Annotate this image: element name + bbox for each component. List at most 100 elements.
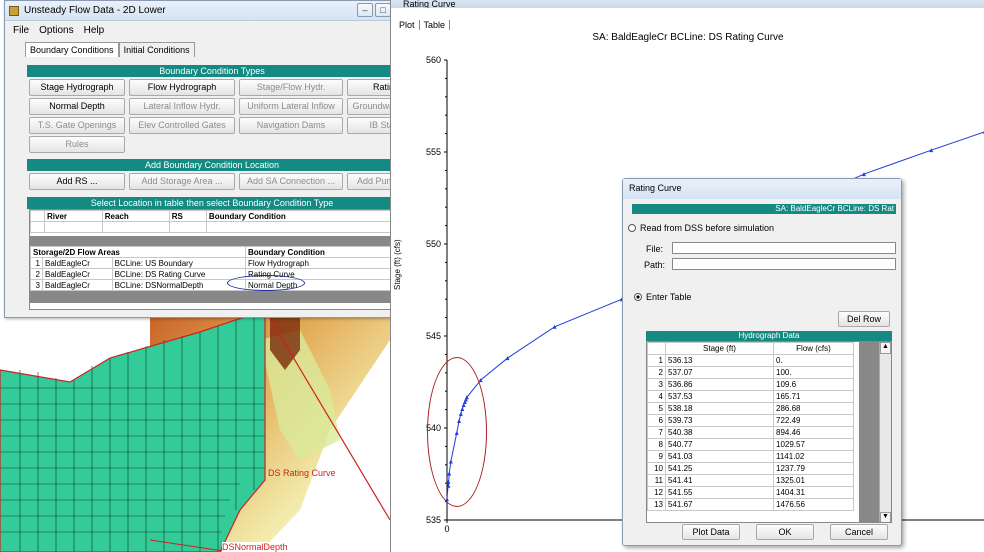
- table-cell[interactable]: 537.07: [665, 366, 774, 379]
- table-row[interactable]: 12 541.55 1404.31: [647, 486, 854, 499]
- elev-controlled-gates-button[interactable]: Elev Controlled Gates: [129, 117, 235, 134]
- menu-options[interactable]: Options: [39, 25, 73, 36]
- table-cell[interactable]: 540.38: [665, 426, 774, 439]
- table-cell[interactable]: 541.25: [665, 462, 774, 475]
- normal-depth-button[interactable]: Normal Depth: [29, 98, 125, 115]
- map-view[interactable]: DS Rating Curve DSNormalDepth: [0, 310, 390, 552]
- table-row[interactable]: 1 536.13 0.: [647, 354, 854, 367]
- file-label: File:: [646, 244, 664, 254]
- tab-initial-conditions[interactable]: Initial Conditions: [118, 42, 195, 57]
- table-row[interactable]: 13 541.67 1476.56: [647, 498, 854, 511]
- row-number: 11: [647, 474, 666, 487]
- table-row[interactable]: 6 539.73 722.49: [647, 414, 854, 427]
- table-cell[interactable]: 537.53: [665, 390, 774, 403]
- table-cell[interactable]: [168, 221, 207, 233]
- tab-boundary-conditions[interactable]: Boundary Conditions: [25, 42, 119, 57]
- table-row[interactable]: 9 541.03 1141.02: [647, 450, 854, 463]
- table-row[interactable]: 2 BaldEagleCr BCLine: DS Rating Curve Ra…: [30, 268, 396, 280]
- table-row[interactable]: 3 BaldEagleCr BCLine: DSNormalDepth Norm…: [30, 279, 396, 291]
- rating-table: Stage (ft) Flow (cfs) 1 536.13 0. 2 537.07 10…: [646, 341, 892, 523]
- table-cell[interactable]: 286.68: [773, 402, 854, 415]
- scroll-up-icon[interactable]: ▲: [880, 342, 891, 354]
- add-sa-connection-button[interactable]: Add SA Connection ...: [239, 173, 343, 190]
- table-row[interactable]: 1 BaldEagleCr BCLine: US Boundary Flow H…: [30, 257, 396, 269]
- del-row-button[interactable]: Del Row: [838, 311, 890, 327]
- ts-gate-openings-button[interactable]: T.S. Gate Openings: [29, 117, 125, 134]
- path-label: Path:: [644, 260, 666, 270]
- table-gray-column: [859, 342, 879, 522]
- table-row[interactable]: 10 541.25 1237.79: [647, 462, 854, 475]
- table-cell[interactable]: 536.13: [665, 354, 774, 367]
- col-rs: RS: [168, 210, 207, 222]
- y-tick-label: 560: [426, 55, 441, 65]
- table-cell[interactable]: 541.55: [665, 486, 774, 499]
- scroll-down-icon[interactable]: ▼: [880, 512, 891, 522]
- cancel-button[interactable]: Cancel: [830, 524, 888, 540]
- table-cell[interactable]: 0.: [773, 354, 854, 367]
- table-cell[interactable]: 1237.79: [773, 462, 854, 475]
- ok-button[interactable]: OK: [756, 524, 814, 540]
- row-number: 13: [647, 498, 666, 511]
- maximize-icon[interactable]: □: [375, 3, 391, 17]
- table-row[interactable]: 2 537.07 100.: [647, 366, 854, 379]
- table-cell[interactable]: 541.41: [665, 474, 774, 487]
- table-cell[interactable]: 100.: [773, 366, 854, 379]
- bc-types-header: Boundary Condition Types: [27, 65, 397, 77]
- table-row[interactable]: 4 537.53 165.71: [647, 390, 854, 403]
- table-row[interactable]: 8 540.77 1029.57: [647, 438, 854, 451]
- table-row[interactable]: 7 540.38 894.46: [647, 426, 854, 439]
- col-sa-boundary-condition: Boundary Condition: [245, 246, 396, 258]
- file-field[interactable]: [672, 242, 896, 254]
- table-cell[interactable]: 109.6: [773, 378, 854, 391]
- table-cell[interactable]: 1141.02: [773, 450, 854, 463]
- menu-file[interactable]: File: [13, 25, 29, 36]
- row-number: 7: [647, 426, 666, 439]
- read-dss-radio[interactable]: [628, 224, 636, 232]
- table-cell[interactable]: 1029.57: [773, 438, 854, 451]
- stage-hydrograph-button[interactable]: Stage Hydrograph: [29, 79, 125, 96]
- menu-help[interactable]: Help: [84, 25, 105, 36]
- table-row[interactable]: 11 541.41 1325.01: [647, 474, 854, 487]
- add-storage-area-button[interactable]: Add Storage Area ...: [129, 173, 235, 190]
- add-rs-button[interactable]: Add RS ...: [29, 173, 125, 190]
- lateral-inflow-button[interactable]: Lateral Inflow Hydr.: [129, 98, 235, 115]
- table-row[interactable]: 3 536.86 109.6: [647, 378, 854, 391]
- table-cell[interactable]: 541.03: [665, 450, 774, 463]
- y-tick-label: 555: [426, 147, 441, 157]
- table-cell[interactable]: 1325.01: [773, 474, 854, 487]
- table-cell[interactable]: [44, 221, 103, 233]
- unsteady-title-bar[interactable]: Unsteady Flow Data - 2D Lower – □: [5, 1, 395, 21]
- table-cell[interactable]: Flow Hydrograph: [245, 257, 396, 269]
- rating-dialog-title[interactable]: Rating Curve: [623, 179, 901, 199]
- table-row[interactable]: 5 538.18 286.68: [647, 402, 854, 415]
- uniform-lateral-inflow-button[interactable]: Uniform Lateral Inflow: [239, 98, 343, 115]
- table-scrollbar[interactable]: ▲ ▼: [879, 342, 891, 522]
- stage-flow-hydr-button[interactable]: Stage/Flow Hydr.: [239, 79, 343, 96]
- rules-button[interactable]: Rules: [29, 136, 125, 153]
- row-number: 10: [647, 462, 666, 475]
- table-cell[interactable]: 541.67: [665, 498, 774, 511]
- minimize-icon[interactable]: –: [357, 3, 373, 17]
- table-cell[interactable]: 722.49: [773, 414, 854, 427]
- col-flow: Flow (cfs): [773, 342, 854, 355]
- table-cell[interactable]: 540.77: [665, 438, 774, 451]
- enter-table-radio[interactable]: [634, 293, 642, 301]
- table-cell[interactable]: 894.46: [773, 426, 854, 439]
- row-number: 1: [647, 354, 666, 367]
- map-label-rating-curve: DS Rating Curve: [268, 468, 336, 478]
- table-cell[interactable]: [205, 221, 397, 233]
- table-cell[interactable]: 539.73: [665, 414, 774, 427]
- table-cell[interactable]: 1476.56: [773, 498, 854, 511]
- plot-data-button[interactable]: Plot Data: [682, 524, 740, 540]
- row-number: 9: [647, 450, 666, 463]
- flow-hydrograph-button[interactable]: Flow Hydrograph: [129, 79, 235, 96]
- menu-bar: File Options Help: [5, 21, 395, 40]
- table-cell[interactable]: 165.71: [773, 390, 854, 403]
- table-cell[interactable]: 536.86: [665, 378, 774, 391]
- table-cell[interactable]: 538.18: [665, 402, 774, 415]
- table-cell[interactable]: [101, 221, 170, 233]
- table-cell[interactable]: 1404.31: [773, 486, 854, 499]
- navigation-dams-button[interactable]: Navigation Dams: [239, 117, 343, 134]
- path-field[interactable]: [672, 258, 896, 270]
- row-number: 4: [647, 390, 666, 403]
